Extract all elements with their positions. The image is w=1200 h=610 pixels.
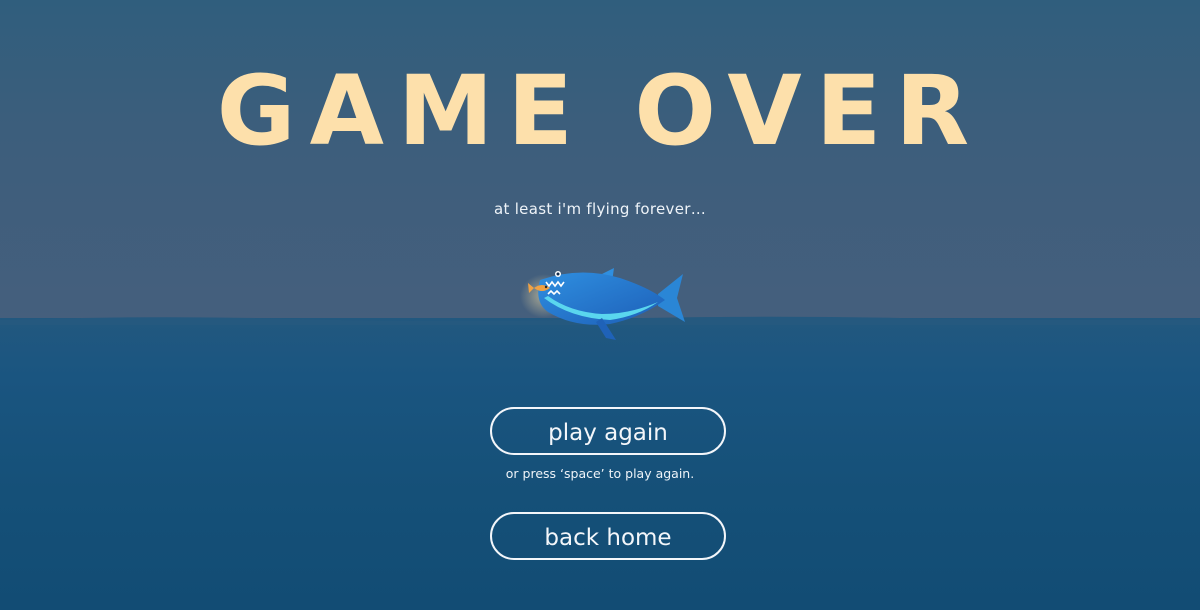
shark-character [520,258,700,358]
sea-background [0,318,1200,610]
play-again-button[interactable]: play again [490,407,726,455]
back-home-button[interactable]: back home [490,512,726,560]
play-again-hint: or press ‘space’ to play again. [505,466,695,481]
shark-icon [520,268,685,340]
game-over-subtitle: at least i'm flying forever… [493,200,707,218]
game-over-title: GAME OVER [216,55,984,167]
